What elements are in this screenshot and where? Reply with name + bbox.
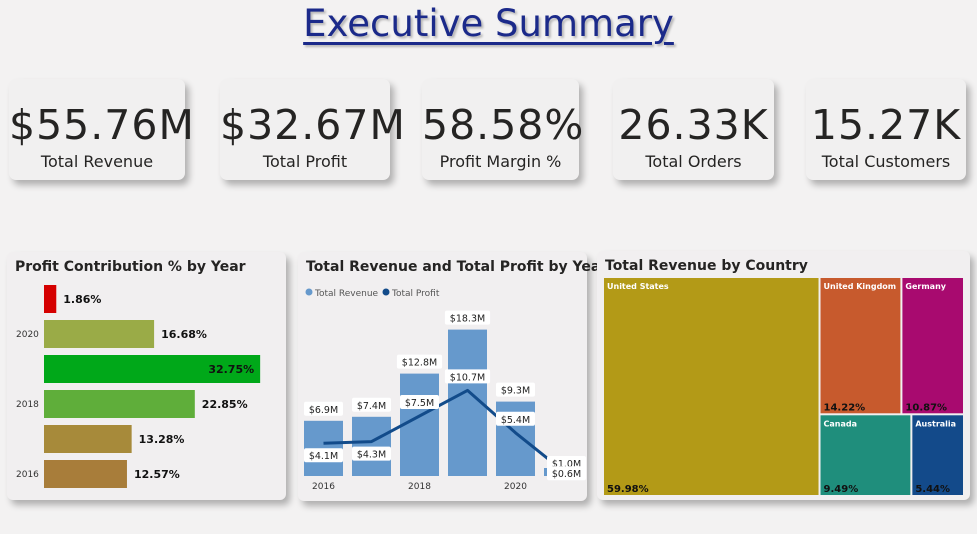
treemap-tile-united-kingdom	[820, 278, 901, 414]
revenue-data-label: $9.3M	[501, 386, 530, 397]
treemap-tile-united-states	[604, 278, 819, 495]
x-tick-label: 2018	[408, 482, 431, 492]
kpi-value: $55.76M	[9, 101, 195, 149]
legend-swatch-revenue	[305, 288, 313, 296]
treemap-category-label: United States	[607, 282, 669, 291]
kpi-label: Total Customers	[821, 152, 951, 171]
profit-data-label: $7.5M	[405, 398, 434, 409]
treemap-data-label: 9.49%	[824, 484, 859, 495]
kpi-label: Total Revenue	[40, 152, 154, 171]
kpi-label: Total Profit	[262, 152, 348, 171]
x-tick-label: 2016	[312, 482, 335, 492]
bar-2017	[44, 425, 132, 453]
kpi-card-total-customers: 15.27K Total Customers	[806, 79, 966, 180]
treemap-category-label: Canada	[824, 419, 858, 428]
legend-swatch-profit	[382, 288, 390, 296]
bar-2018	[44, 390, 195, 418]
profit-data-label: $4.3M	[357, 450, 386, 461]
profit-data-label: $5.4M	[501, 415, 530, 426]
kpi-card-total-orders: 26.33K Total Orders	[613, 79, 774, 180]
kpi-label: Total Orders	[645, 152, 742, 171]
kpi-card-total-profit: $32.67M Total Profit	[220, 79, 406, 180]
kpi-label: Profit Margin %	[439, 152, 562, 171]
revenue-data-label: $18.3M	[450, 314, 485, 325]
bar-data-label: 1.86%	[63, 293, 101, 306]
bar-2021	[44, 285, 57, 313]
revenue-data-label: $7.4M	[357, 401, 386, 412]
revenue-data-label: $12.8M	[402, 358, 437, 369]
treemap-data-label: 5.44%	[915, 484, 950, 495]
bar-2016	[44, 460, 127, 488]
kpi-card-total-revenue: $55.76M Total Revenue	[9, 79, 195, 180]
kpi-value: 26.33K	[618, 101, 769, 149]
revenue-country-panel: Total Revenue by Country United States 59…	[597, 251, 970, 500]
bar-data-label: 32.75%	[208, 363, 254, 376]
treemap-category-label: Germany	[905, 282, 946, 291]
legend-label-profit: Total Profit	[391, 289, 440, 299]
revenue-profit-chart: Total Revenue Total Profit $6.9M $7.4M $12.8…	[304, 288, 586, 492]
x-tick-label: 2020	[504, 482, 527, 492]
legend-label-revenue: Total Revenue	[314, 289, 379, 299]
kpi-value: 15.27K	[810, 101, 962, 149]
revenue-data-label: $6.9M	[309, 405, 338, 416]
y-tick-label: 2018	[16, 400, 39, 410]
bar-2020	[44, 320, 155, 348]
profit-contribution-panel: Profit Contribution % by Year 1.86% 16.68…	[7, 252, 286, 500]
revenue-bar-2017	[352, 416, 391, 476]
kpi-card-profit-margin: 58.58% Profit Margin %	[422, 79, 585, 180]
bar-data-label: 22.85%	[202, 398, 248, 411]
revenue-country-treemap: United States 59.98% United Kingdom 14.22% G…	[604, 278, 963, 495]
page-title: Executive Summary	[303, 2, 674, 45]
treemap-category-label: Australia	[915, 419, 956, 428]
treemap-category-label: United Kingdom	[824, 282, 897, 291]
bar-data-label: 16.68%	[161, 328, 207, 341]
bar-data-label: 13.28%	[139, 433, 185, 446]
treemap-data-label: 59.98%	[607, 484, 649, 495]
y-tick-label: 2020	[16, 330, 39, 340]
kpi-value: $32.67M	[220, 101, 406, 149]
profit-data-label: $10.7M	[450, 372, 485, 383]
kpi-value: 58.58%	[422, 101, 585, 149]
profit-data-label: $0.6M	[552, 469, 581, 480]
revenue-profit-panel: Total Revenue and Total Profit by Year T…	[298, 252, 607, 501]
treemap-data-label: 10.87%	[905, 402, 947, 413]
bar-data-label: 12.57%	[134, 468, 180, 481]
profit-data-label: $4.1M	[309, 451, 338, 462]
treemap-data-label: 14.22%	[824, 402, 866, 413]
treemap-tile-germany	[902, 278, 963, 414]
y-tick-label: 2016	[16, 470, 39, 480]
profit-contribution-chart: 1.86% 16.68% 2020 32.75% 22.85% 2018 13.28% 12.…	[16, 285, 261, 488]
